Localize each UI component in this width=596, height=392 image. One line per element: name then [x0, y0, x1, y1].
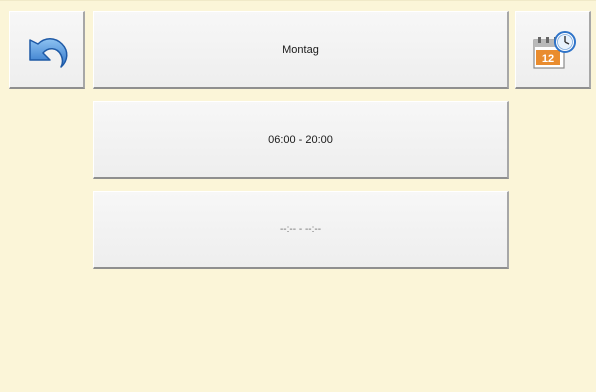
- time-program-screen: Montag 12 06:00 - 20:00 --:-- - --:--: [0, 0, 596, 392]
- undo-arrow-icon: [24, 30, 70, 70]
- time-slot-1-button[interactable]: 06:00 - 20:00: [93, 101, 509, 179]
- calendar-clock-icon: 12: [528, 27, 578, 73]
- time-slot-1-label: 06:00 - 20:00: [268, 133, 333, 146]
- day-label: Montag: [282, 43, 319, 56]
- back-button[interactable]: [9, 11, 85, 89]
- time-slot-2-label: --:-- - --:--: [279, 224, 322, 235]
- time-slot-2-button[interactable]: --:-- - --:--: [93, 191, 509, 269]
- day-select-button[interactable]: Montag: [93, 11, 509, 89]
- calendar-button[interactable]: 12: [515, 11, 591, 89]
- calendar-badge: 12: [541, 53, 553, 65]
